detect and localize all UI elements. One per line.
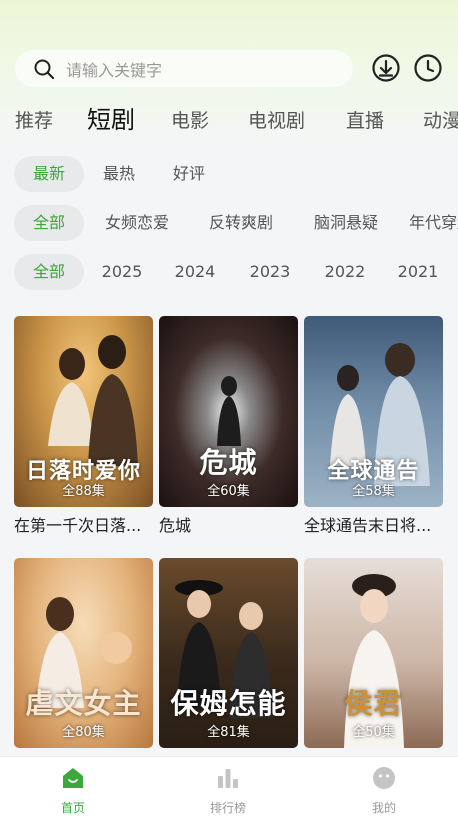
search-row: 请输入关键字 (0, 50, 458, 88)
tab-live[interactable]: 直播 (346, 106, 384, 136)
tab-recommend[interactable]: 推荐 (15, 106, 53, 136)
genre-chip-all[interactable]: 全部 (14, 205, 84, 241)
nav-home[interactable]: 首页 (23, 757, 123, 820)
poster-title-art: 虐文女主 (25, 687, 142, 720)
year-chip-2023[interactable]: 2023 (243, 254, 297, 290)
episode-count: 全60集 (207, 484, 250, 499)
year-chip-2022[interactable]: 2022 (318, 254, 372, 290)
nav-ranking-label: 排行榜 (209, 801, 246, 815)
nav-ranking[interactable]: 排行榜 (178, 757, 278, 820)
tab-short-drama[interactable]: 短剧 (87, 106, 135, 135)
drama-title: 危城 (159, 516, 192, 535)
download-icon[interactable] (371, 53, 401, 83)
poster-image: 保姆怎能 全81集 (159, 558, 298, 748)
episode-count: 全81集 (207, 725, 250, 740)
poster-image: 日落时爱你 全88集 (14, 316, 153, 507)
genre-chip-period[interactable]: 年代穿越 (409, 205, 458, 241)
drama-card[interactable]: 日落时爱你 全88集 在第一千次日落... (14, 316, 153, 536)
tab-anime[interactable]: 动漫 (423, 106, 458, 136)
drama-card[interactable]: 虐文女主 全80集 (14, 558, 153, 777)
home-icon (63, 768, 83, 788)
search-placeholder: 请输入关键字 (66, 60, 163, 80)
poster-image: 虐文女主 全80集 (14, 558, 153, 748)
drama-title: 全球通告末日将... (304, 516, 432, 535)
genre-chip-reversal[interactable]: 反转爽剧 (199, 205, 283, 241)
poster-title-art: 危城 (199, 446, 258, 479)
tab-tv-series[interactable]: 电视剧 (248, 106, 305, 136)
drama-title: 在第一千次日落... (14, 516, 142, 535)
year-chip-2021[interactable]: 2021 (391, 254, 445, 290)
episode-count: 全58集 (352, 484, 395, 499)
poster-image: 侯君 全50集 (304, 558, 443, 748)
episode-count: 全88集 (62, 484, 105, 499)
poster-image: 危城 全60集 (159, 316, 298, 507)
genre-chip-romance[interactable]: 女频恋爱 (95, 205, 179, 241)
sort-chip-latest[interactable]: 最新 (14, 156, 84, 192)
genre-chip-mystery[interactable]: 脑洞悬疑 (304, 205, 388, 241)
sort-chip-top-rated[interactable]: 好评 (162, 156, 216, 192)
nav-profile-label: 我的 (371, 801, 396, 815)
search-icon (34, 59, 55, 79)
category-tabs: 推荐 短剧 电影 电视剧 直播 动漫 (0, 106, 458, 138)
year-chip-2025[interactable]: 2025 (95, 254, 149, 290)
drama-card[interactable]: 全球通告 全58集 全球通告末日将... (304, 316, 443, 536)
clock-icon[interactable] (413, 53, 443, 83)
bottom-nav: 首页 排行榜 我的 (0, 756, 458, 820)
year-chip-2024[interactable]: 2024 (168, 254, 222, 290)
nav-home-label: 首页 (60, 801, 85, 815)
tab-movies[interactable]: 电影 (171, 106, 209, 136)
drama-card[interactable]: 侯君 全50集 (304, 558, 443, 777)
genre-filter-row: 全部 女频恋爱 反转爽剧 脑洞悬疑 年代穿越 (0, 205, 458, 241)
nav-profile[interactable]: 我的 (334, 757, 434, 820)
drama-card[interactable]: 保姆怎能 全81集 (159, 558, 298, 777)
episode-count: 全50集 (352, 725, 395, 740)
search-box[interactable]: 请输入关键字 (15, 50, 353, 87)
poster-title-art: 保姆怎能 (170, 687, 287, 720)
episode-count: 全80集 (62, 725, 105, 740)
poster-image: 全球通告 全58集 (304, 316, 443, 507)
profile-face-icon (373, 767, 395, 789)
year-filter-row: 全部 2025 2024 2023 2022 2021 (0, 254, 458, 290)
poster-title-art: 侯君 (344, 687, 403, 720)
year-chip-all[interactable]: 全部 (14, 254, 84, 290)
sort-chip-hottest[interactable]: 最热 (92, 156, 146, 192)
sort-filter-row: 最新 最热 好评 (0, 156, 458, 192)
drama-card[interactable]: 危城 全60集 危城 (159, 316, 298, 536)
ranking-icon (218, 769, 238, 788)
